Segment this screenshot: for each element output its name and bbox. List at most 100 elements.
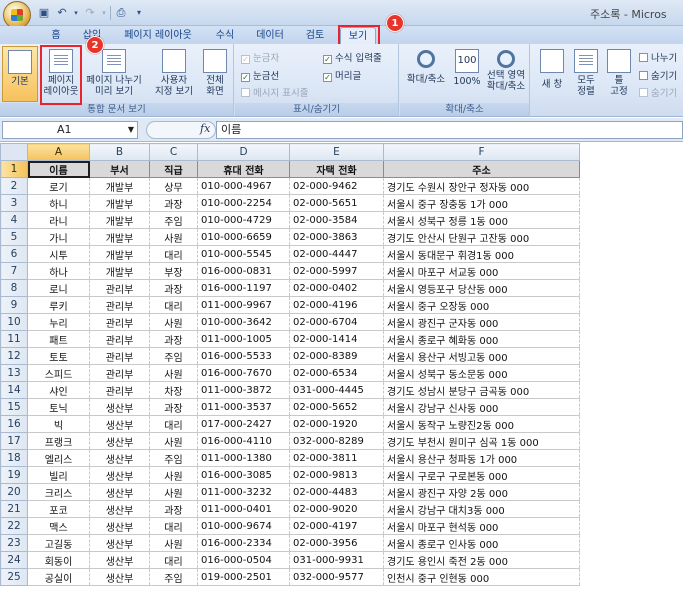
cell[interactable]: 서울시 광진구 군자동 000 (383, 313, 580, 331)
cell[interactable]: 02-000-5652 (289, 398, 384, 416)
cell[interactable]: 회동이 (27, 551, 90, 569)
cell[interactable]: 경기도 부천시 원미구 심곡 1동 000 (383, 432, 580, 450)
cell[interactable]: 대리 (149, 517, 198, 535)
cell[interactable]: 토토 (27, 347, 90, 365)
message-bar-checkbox[interactable]: 메시지 표시줄 (241, 85, 308, 99)
cell[interactable]: 고길동 (27, 534, 90, 552)
cell[interactable]: 02-000-6534 (289, 364, 384, 382)
cell[interactable]: 누리 (27, 313, 90, 331)
cell[interactable]: 02-000-6704 (289, 313, 384, 331)
cell[interactable]: 010-000-3642 (197, 313, 290, 331)
undo-icon[interactable]: ↶ (54, 5, 70, 21)
cell[interactable]: 031-000-9931 (289, 551, 384, 569)
cell[interactable]: 개발부 (89, 211, 150, 229)
cell[interactable]: 02-000-3584 (289, 211, 384, 229)
tab-data[interactable]: 데이터 (250, 27, 290, 44)
unhide-button[interactable]: 숨기기 (639, 85, 677, 99)
gridlines-checkbox[interactable]: ✓ 눈금선 (241, 68, 279, 82)
cell[interactable]: 주임 (149, 211, 198, 229)
cell[interactable]: 생산부 (89, 551, 150, 569)
cell[interactable]: 02-000-5651 (289, 194, 384, 212)
column-header[interactable]: C (149, 143, 198, 161)
header-cell[interactable]: 부서 (89, 160, 150, 178)
cell[interactable]: 개발부 (89, 245, 150, 263)
column-header[interactable]: B (89, 143, 150, 161)
cell[interactable]: 02-000-1414 (289, 330, 384, 348)
cell[interactable]: 019-000-2501 (197, 568, 290, 586)
cell[interactable]: 맥스 (27, 517, 90, 535)
cell[interactable]: 02-000-4447 (289, 245, 384, 263)
full-screen-button[interactable]: 전체 화면 (200, 46, 230, 102)
normal-view-button[interactable]: 기본 (2, 46, 38, 102)
cell[interactable]: 02-000-4483 (289, 483, 384, 501)
header-cell[interactable]: 주소 (383, 160, 580, 178)
cell[interactable]: 스피드 (27, 364, 90, 382)
cell[interactable]: 02-000-3863 (289, 228, 384, 246)
cell[interactable]: 02-000-0402 (289, 279, 384, 297)
row-header[interactable]: 10 (0, 313, 28, 331)
undo-dropdown-icon[interactable]: ▾ (72, 5, 80, 21)
row-header[interactable]: 8 (0, 279, 28, 297)
cell[interactable]: 주임 (149, 347, 198, 365)
cell[interactable]: 경기도 성남시 분당구 금곡동 000 (383, 381, 580, 399)
cell[interactable]: 대리 (149, 415, 198, 433)
cell[interactable]: 생산부 (89, 500, 150, 518)
row-header[interactable]: 23 (0, 534, 28, 552)
cell[interactable]: 서울시 중구 오장동 000 (383, 296, 580, 314)
cell[interactable]: 서울시 용산구 서빙고동 000 (383, 347, 580, 365)
cell[interactable]: 서울시 동작구 노량진2동 000 (383, 415, 580, 433)
new-window-button[interactable]: 새 창 (535, 46, 569, 102)
column-header[interactable]: D (197, 143, 290, 161)
header-cell[interactable]: 휴대 전화 (197, 160, 290, 178)
cell[interactable]: 경기도 수원시 장안구 정자동 000 (383, 177, 580, 195)
cell[interactable]: 02-000-4196 (289, 296, 384, 314)
tab-page-layout[interactable]: 페이지 레이아웃 (118, 27, 198, 44)
cell[interactable]: 관리부 (89, 381, 150, 399)
cell[interactable]: 010-000-2254 (197, 194, 290, 212)
cell[interactable]: 011-000-0401 (197, 500, 290, 518)
header-cell[interactable]: 자택 전화 (289, 160, 384, 178)
cell[interactable]: 011-000-3872 (197, 381, 290, 399)
tab-home[interactable]: 홈 (44, 27, 68, 44)
cell[interactable]: 대리 (149, 551, 198, 569)
cell[interactable]: 서울시 종로구 인사동 000 (383, 534, 580, 552)
office-button[interactable] (3, 1, 31, 29)
cell[interactable]: 관리부 (89, 313, 150, 331)
row-header[interactable]: 1 (0, 160, 28, 178)
cell[interactable]: 02-000-4197 (289, 517, 384, 535)
freeze-panes-button[interactable]: 틀 고정 (603, 46, 635, 102)
cell[interactable]: 인천시 중구 인현동 000 (383, 568, 580, 586)
cell[interactable]: 010-000-4729 (197, 211, 290, 229)
cell[interactable]: 011-000-3232 (197, 483, 290, 501)
cell[interactable]: 서울시 강남구 신사동 000 (383, 398, 580, 416)
cell[interactable]: 서울시 광진구 자양 2동 000 (383, 483, 580, 501)
cell[interactable]: 02-000-8389 (289, 347, 384, 365)
cell[interactable]: 생산부 (89, 449, 150, 467)
cell[interactable]: 경기도 안산시 단원구 고잔동 000 (383, 228, 580, 246)
floppy-disk-icon[interactable]: ▣ (36, 5, 52, 21)
cell[interactable]: 010-000-4967 (197, 177, 290, 195)
formula-bar-checkbox[interactable]: ✓ 수식 입력줄 (323, 50, 382, 64)
cell[interactable]: 과장 (149, 398, 198, 416)
cell[interactable]: 로니 (27, 279, 90, 297)
fx-icon[interactable]: fx (200, 122, 210, 135)
row-header[interactable]: 24 (0, 551, 28, 569)
row-header[interactable]: 25 (0, 568, 28, 586)
cell[interactable]: 엘리스 (27, 449, 90, 467)
cell[interactable]: 02-000-1920 (289, 415, 384, 433)
row-header[interactable]: 20 (0, 483, 28, 501)
cell[interactable]: 생산부 (89, 466, 150, 484)
cell[interactable]: 010-000-9674 (197, 517, 290, 535)
cell[interactable]: 사원 (149, 432, 198, 450)
cell[interactable]: 생산부 (89, 398, 150, 416)
cell[interactable]: 011-000-1380 (197, 449, 290, 467)
row-header[interactable]: 7 (0, 262, 28, 280)
cell[interactable]: 과장 (149, 330, 198, 348)
cell[interactable]: 관리부 (89, 279, 150, 297)
cell[interactable]: 010-000-5545 (197, 245, 290, 263)
cell[interactable]: 사원 (149, 534, 198, 552)
row-header[interactable]: 21 (0, 500, 28, 518)
cell[interactable]: 011-000-3537 (197, 398, 290, 416)
row-header[interactable]: 2 (0, 177, 28, 195)
formula-input[interactable]: 이름 (216, 121, 683, 139)
